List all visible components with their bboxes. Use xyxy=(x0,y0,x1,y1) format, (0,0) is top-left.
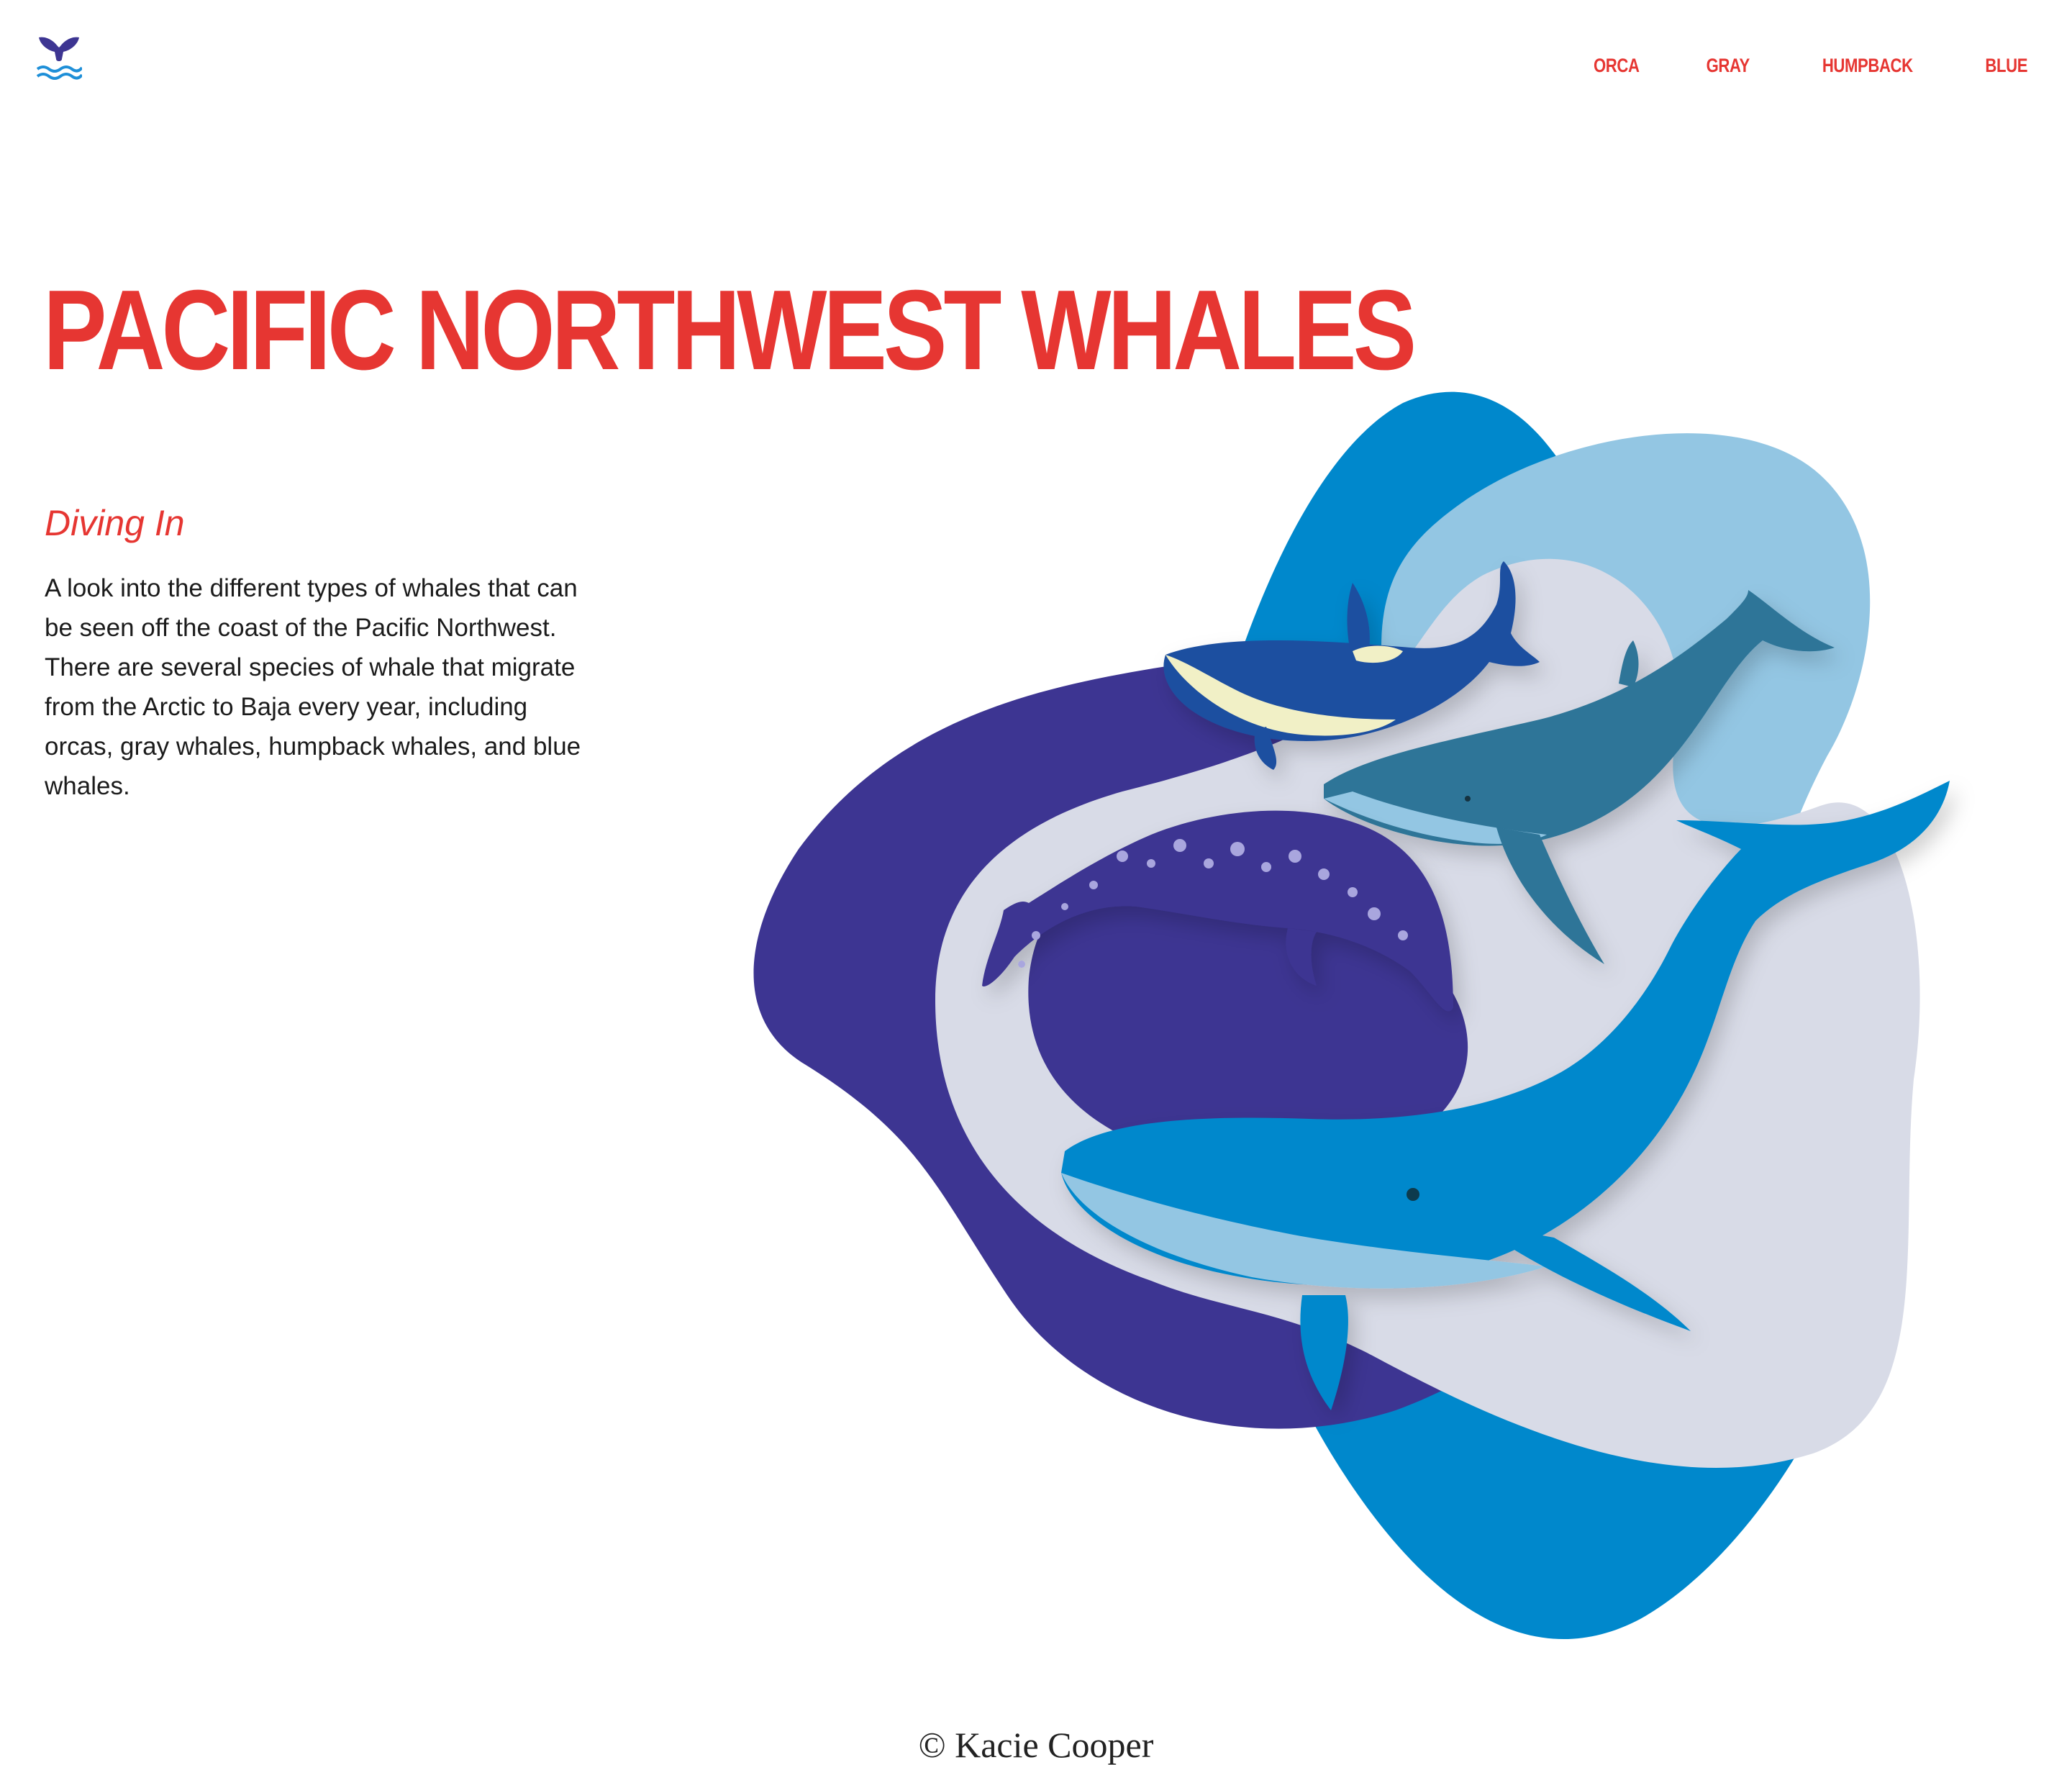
whales-illustration xyxy=(753,391,1950,1640)
section-subtitle: Diving In xyxy=(45,503,185,543)
nav-link-humpback[interactable]: HUMPBACK xyxy=(1822,55,1913,77)
footer-copyright: © Kacie Cooper xyxy=(918,1725,1154,1765)
whale-tail-icon xyxy=(36,37,83,80)
main-nav: ORCA GRAY HUMPBACK BLUE xyxy=(1589,55,2032,77)
nav-link-orca[interactable]: ORCA xyxy=(1594,55,1640,77)
nav-link-gray[interactable]: GRAY xyxy=(1707,55,1750,77)
intro-paragraph: A look into the different types of whale… xyxy=(45,574,581,800)
site-logo[interactable] xyxy=(36,35,83,83)
nav-link-blue[interactable]: BLUE xyxy=(1985,55,2027,77)
